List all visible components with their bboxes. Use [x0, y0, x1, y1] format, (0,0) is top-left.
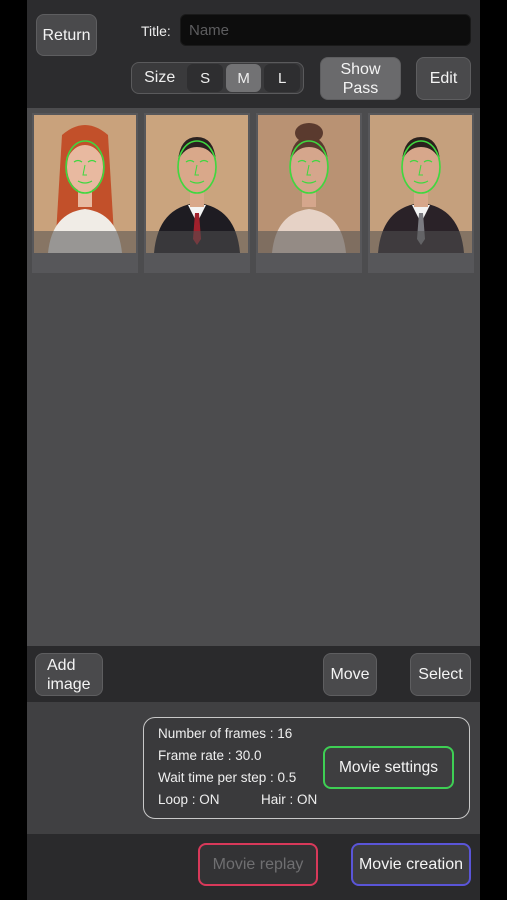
photo-bottom-shade	[370, 231, 472, 253]
loop-status-text: Loop : ON	[158, 792, 220, 807]
return-button[interactable]: Return	[36, 14, 97, 56]
gallery-thumb[interactable]	[32, 113, 138, 273]
settings-area: Number of frames : 16 Frame rate : 30.0 …	[27, 702, 480, 834]
face-photo	[34, 115, 136, 253]
gallery-thumb[interactable]	[256, 113, 362, 273]
bottom-action-bar: Movie replay Movie creation	[27, 834, 480, 900]
face-photo	[146, 115, 248, 253]
hair-status-text: Hair : ON	[261, 792, 318, 807]
image-toolbar: Add image Move Select	[27, 646, 480, 702]
add-image-button[interactable]: Add image	[35, 653, 103, 696]
select-button[interactable]: Select	[410, 653, 471, 696]
add-image-label-line1: Add	[47, 656, 76, 674]
add-image-label-line2: image	[47, 675, 91, 693]
show-pass-label-line1: Show	[340, 60, 381, 78]
gallery-thumb[interactable]	[368, 113, 474, 273]
face-photo	[258, 115, 360, 253]
photo-bottom-shade	[34, 231, 136, 253]
movie-replay-button[interactable]: Movie replay	[198, 843, 318, 886]
title-input[interactable]	[180, 14, 471, 46]
wait-time-text: Wait time per step : 0.5	[158, 770, 297, 785]
movie-creation-button[interactable]: Movie creation	[351, 843, 471, 886]
photo-bottom-shade	[258, 231, 360, 253]
app-screen: Return Title: Size S M L Show Pass Edit	[27, 0, 480, 900]
show-pass-label-line2: Pass	[342, 79, 379, 97]
show-pass-button[interactable]: Show Pass	[320, 57, 401, 100]
frame-rate-text: Frame rate : 30.0	[158, 748, 262, 763]
image-gallery	[27, 108, 480, 646]
size-option-s[interactable]: S	[187, 64, 223, 92]
move-button[interactable]: Move	[323, 653, 377, 696]
header-bar: Return Title: Size S M L Show Pass Edit	[27, 0, 480, 108]
frames-count-text: Number of frames : 16	[158, 726, 293, 741]
size-option-l[interactable]: L	[264, 64, 300, 92]
title-label: Title:	[141, 23, 171, 39]
size-segmented-control: Size S M L	[131, 62, 304, 94]
size-option-m[interactable]: M	[225, 64, 262, 92]
movie-settings-panel: Number of frames : 16 Frame rate : 30.0 …	[143, 717, 470, 819]
edit-button[interactable]: Edit	[416, 57, 471, 100]
size-label: Size	[144, 69, 176, 86]
movie-settings-button[interactable]: Movie settings	[323, 746, 454, 789]
photo-bottom-shade	[146, 231, 248, 253]
face-photo	[370, 115, 472, 253]
gallery-thumb[interactable]	[144, 113, 250, 273]
